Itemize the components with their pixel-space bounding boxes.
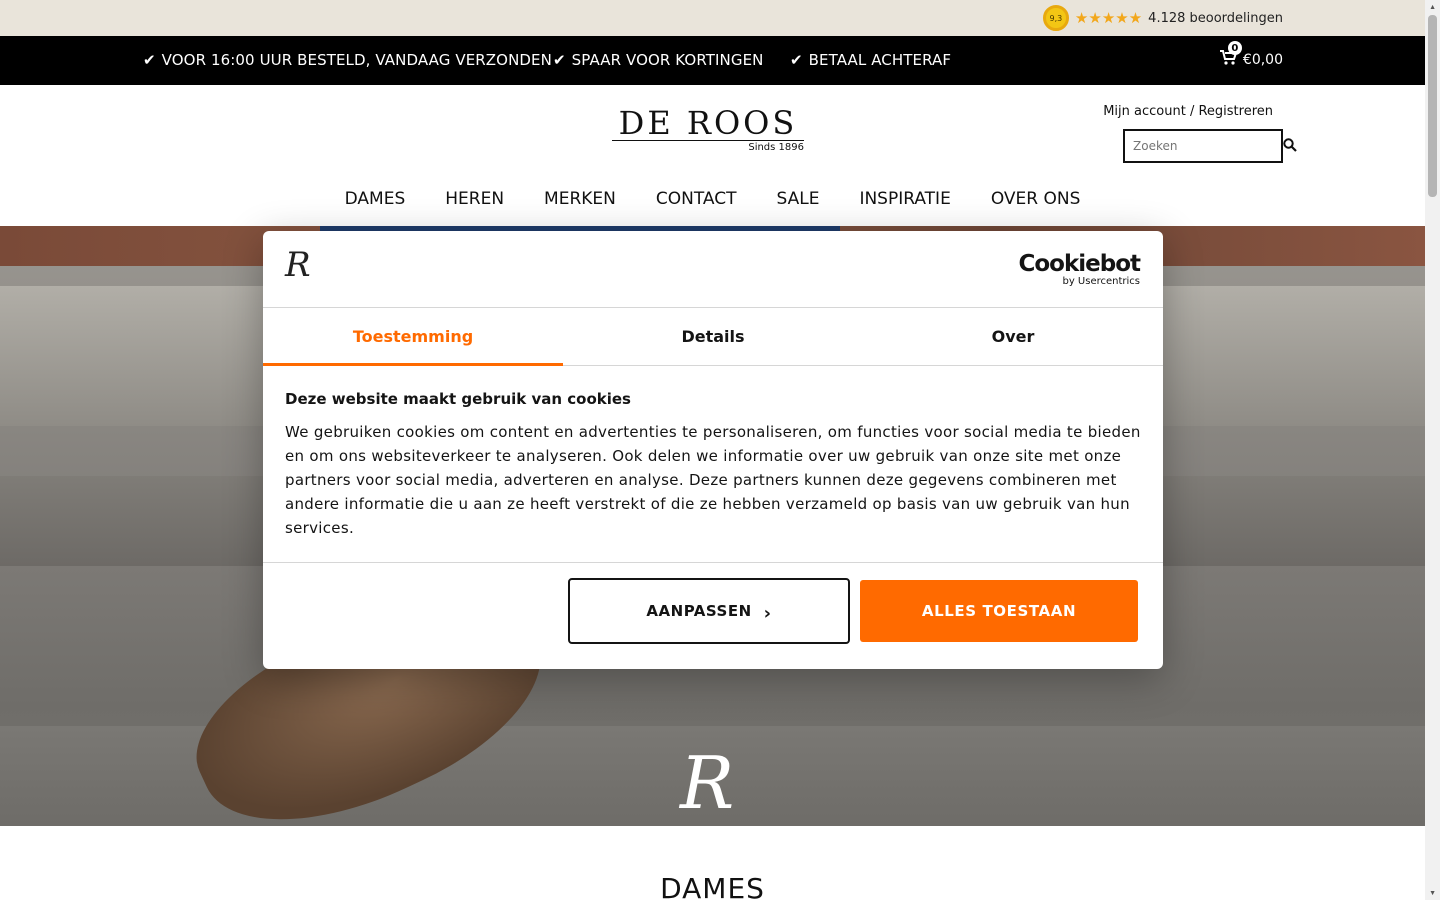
usp-label: SPAAR VOOR KORTINGEN xyxy=(571,51,764,69)
cookie-actions: AANPASSEN › ALLES TOESTAAN xyxy=(263,563,1163,668)
scroll-thumb[interactable] xyxy=(1428,15,1437,197)
cookiebot-byline: by Usercentrics xyxy=(1062,276,1140,287)
cart-count-badge: 0 xyxy=(1227,41,1242,55)
logo-wordmark: DE ROOS xyxy=(612,107,804,141)
rating-count[interactable]: 4.128 beoordelingen xyxy=(1148,11,1283,26)
section-title: DAMES xyxy=(660,872,765,900)
usp-item-pay-later: ✔ BETAAL ACHTERAF xyxy=(790,51,951,69)
allow-all-button[interactable]: ALLES TOESTAAN xyxy=(860,580,1138,642)
usp-label: BETAAL ACHTERAF xyxy=(808,51,952,69)
usp-item-savings: ✔ SPAAR VOOR KORTINGEN xyxy=(553,51,764,69)
cart-button[interactable]: 0 €0,00 xyxy=(1219,41,1283,70)
cookie-dialog-header: R Cookiebot by Usercentrics xyxy=(263,231,1163,308)
cart-total: €0,00 xyxy=(1242,52,1283,68)
hero-brand-mark: R xyxy=(680,741,735,825)
cookie-title: Deze website maakt gebruik van cookies xyxy=(285,390,631,408)
search-icon[interactable] xyxy=(1283,137,1297,155)
page-scrollbar[interactable]: ▲ ▼ xyxy=(1425,0,1440,900)
cookie-tabs: Toestemming Details Over xyxy=(263,308,1163,366)
nav-item-dames[interactable]: DAMES xyxy=(345,189,406,209)
logo-tagline: Sinds 1896 xyxy=(748,142,804,153)
tab-toestemming[interactable]: Toestemming xyxy=(263,308,563,366)
check-icon: ✔ xyxy=(143,51,156,69)
scroll-up-icon[interactable]: ▲ xyxy=(1429,4,1436,11)
tab-over[interactable]: Over xyxy=(863,308,1163,365)
search-box xyxy=(1123,129,1297,163)
search-input[interactable] xyxy=(1133,139,1283,153)
customize-label: AANPASSEN xyxy=(646,602,752,620)
cookie-dialog-body: Deze website maakt gebruik van cookies W… xyxy=(263,366,1163,563)
check-icon: ✔ xyxy=(553,51,566,69)
rating-bar: 9,3 ★★★★★ 4.128 beoordelingen xyxy=(0,0,1425,36)
cookiebot-wordmark: Cookiebot xyxy=(1018,251,1141,277)
nav-item-sale[interactable]: SALE xyxy=(777,189,820,209)
rating-widget[interactable]: 9,3 ★★★★★ 4.128 beoordelingen xyxy=(1042,5,1283,31)
rating-stars-icon: ★★★★★ xyxy=(1074,9,1143,27)
nav-item-inspiratie[interactable]: INSPIRATIE xyxy=(859,189,950,209)
usp-item-shipping: ✔ VOOR 16:00 UUR BESTELD, VANDAAG VERZON… xyxy=(143,51,552,69)
site-header: DE ROOS Sinds 1896 Mijn account / Regist… xyxy=(0,85,1425,226)
account-link[interactable]: Mijn account / Registreren xyxy=(1103,104,1273,119)
rating-score-badge: 9,3 xyxy=(1042,5,1069,31)
cart-icon: 0 xyxy=(1219,41,1242,70)
cookie-description: We gebruiken cookies om content en adver… xyxy=(285,423,1141,537)
nav-item-contact[interactable]: CONTACT xyxy=(656,189,737,209)
cookie-consent-dialog: R Cookiebot by Usercentrics Toestemming … xyxy=(263,231,1163,669)
cookiebot-logo[interactable]: Cookiebot by Usercentrics xyxy=(1018,251,1141,288)
usp-label: VOOR 16:00 UUR BESTELD, VANDAAG VERZONDE… xyxy=(161,51,552,69)
nav-item-merken[interactable]: MERKEN xyxy=(544,189,616,209)
site-logo[interactable]: DE ROOS Sinds 1896 xyxy=(612,107,804,153)
check-icon: ✔ xyxy=(790,51,803,69)
tab-details[interactable]: Details xyxy=(563,308,863,365)
scroll-down-icon[interactable]: ▼ xyxy=(1429,890,1436,897)
nav-item-over-ons[interactable]: OVER ONS xyxy=(991,189,1081,209)
nav-item-heren[interactable]: HEREN xyxy=(445,189,504,209)
customize-button[interactable]: AANPASSEN › xyxy=(568,578,850,644)
chevron-right-icon: › xyxy=(763,602,772,624)
main-nav: DAMES HEREN MERKEN CONTACT SALE INSPIRAT… xyxy=(0,189,1425,209)
site-mark-icon: R xyxy=(285,245,311,285)
usp-bar: ✔ VOOR 16:00 UUR BESTELD, VANDAAG VERZON… xyxy=(0,36,1425,85)
